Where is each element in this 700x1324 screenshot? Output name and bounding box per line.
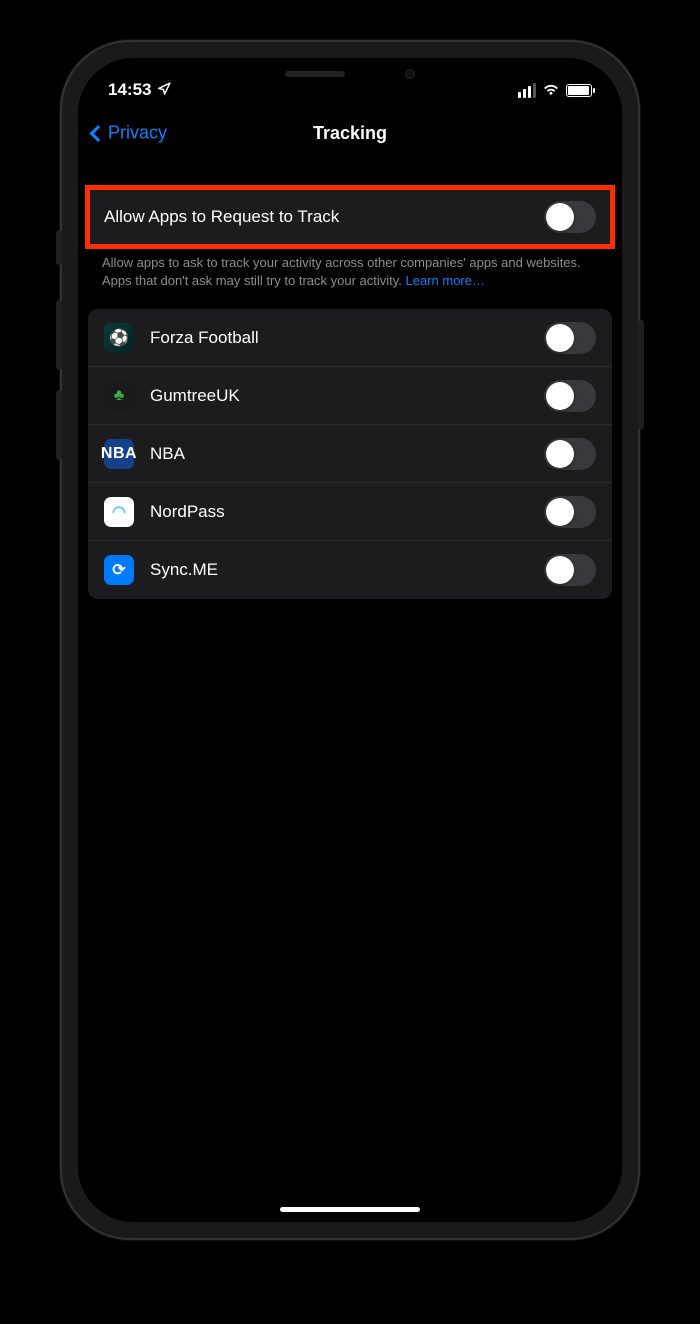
chevron-left-icon (90, 125, 107, 142)
wifi-icon (542, 80, 560, 100)
app-list-group: ⚽ Forza Football ♣ GumtreeUK NBA NBA ◠ NordPass… (88, 309, 612, 599)
allow-tracking-toggle[interactable] (544, 201, 596, 233)
home-indicator[interactable] (280, 1207, 420, 1212)
volume-down-button (56, 390, 62, 460)
toggle-knob (546, 324, 574, 352)
back-button[interactable]: Privacy (92, 123, 167, 144)
toggle-knob (546, 203, 574, 231)
app-tracking-toggle[interactable] (544, 496, 596, 528)
app-row[interactable]: ♣ GumtreeUK (88, 367, 612, 425)
app-name-label: Forza Football (150, 328, 544, 348)
app-icon: ◠ (104, 497, 134, 527)
allow-tracking-label: Allow Apps to Request to Track (104, 207, 544, 227)
toggle-knob (546, 382, 574, 410)
app-icon: ⚽ (104, 323, 134, 353)
phone-frame: 14:53 Privacy Tracking (60, 40, 640, 1240)
app-icon: ♣ (104, 381, 134, 411)
back-label: Privacy (108, 123, 167, 144)
toggle-knob (546, 440, 574, 468)
app-name-label: NordPass (150, 502, 544, 522)
content-area: Allow Apps to Request to Track Allow app… (78, 158, 622, 599)
screen: 14:53 Privacy Tracking (78, 58, 622, 1222)
volume-up-button (56, 300, 62, 370)
tracking-description: Allow apps to ask to track your activity… (78, 246, 622, 309)
app-name-label: GumtreeUK (150, 386, 544, 406)
cellular-signal-icon (518, 83, 536, 98)
app-row[interactable]: ⚽ Forza Football (88, 309, 612, 367)
navigation-bar: Privacy Tracking (78, 108, 622, 158)
front-camera (405, 69, 415, 79)
allow-tracking-row[interactable]: Allow Apps to Request to Track (88, 188, 612, 246)
location-icon (157, 82, 171, 99)
app-tracking-toggle[interactable] (544, 380, 596, 412)
page-title: Tracking (313, 123, 387, 144)
app-icon: ⟳ (104, 555, 134, 585)
app-tracking-toggle[interactable] (544, 554, 596, 586)
power-button (638, 320, 644, 430)
battery-icon (566, 84, 592, 97)
learn-more-link[interactable]: Learn more… (406, 273, 485, 288)
app-tracking-toggle[interactable] (544, 438, 596, 470)
speaker-grille (285, 71, 345, 77)
toggle-knob (546, 498, 574, 526)
tracking-description-text: Allow apps to ask to track your activity… (102, 255, 581, 288)
app-row[interactable]: NBA NBA (88, 425, 612, 483)
status-time: 14:53 (108, 80, 151, 100)
app-icon: NBA (104, 439, 134, 469)
app-name-label: Sync.ME (150, 560, 544, 580)
toggle-knob (546, 556, 574, 584)
notch (245, 58, 455, 90)
app-name-label: NBA (150, 444, 544, 464)
app-row[interactable]: ⟳ Sync.ME (88, 541, 612, 599)
mute-switch (56, 230, 62, 265)
allow-tracking-group: Allow Apps to Request to Track (88, 188, 612, 246)
app-tracking-toggle[interactable] (544, 322, 596, 354)
app-row[interactable]: ◠ NordPass (88, 483, 612, 541)
